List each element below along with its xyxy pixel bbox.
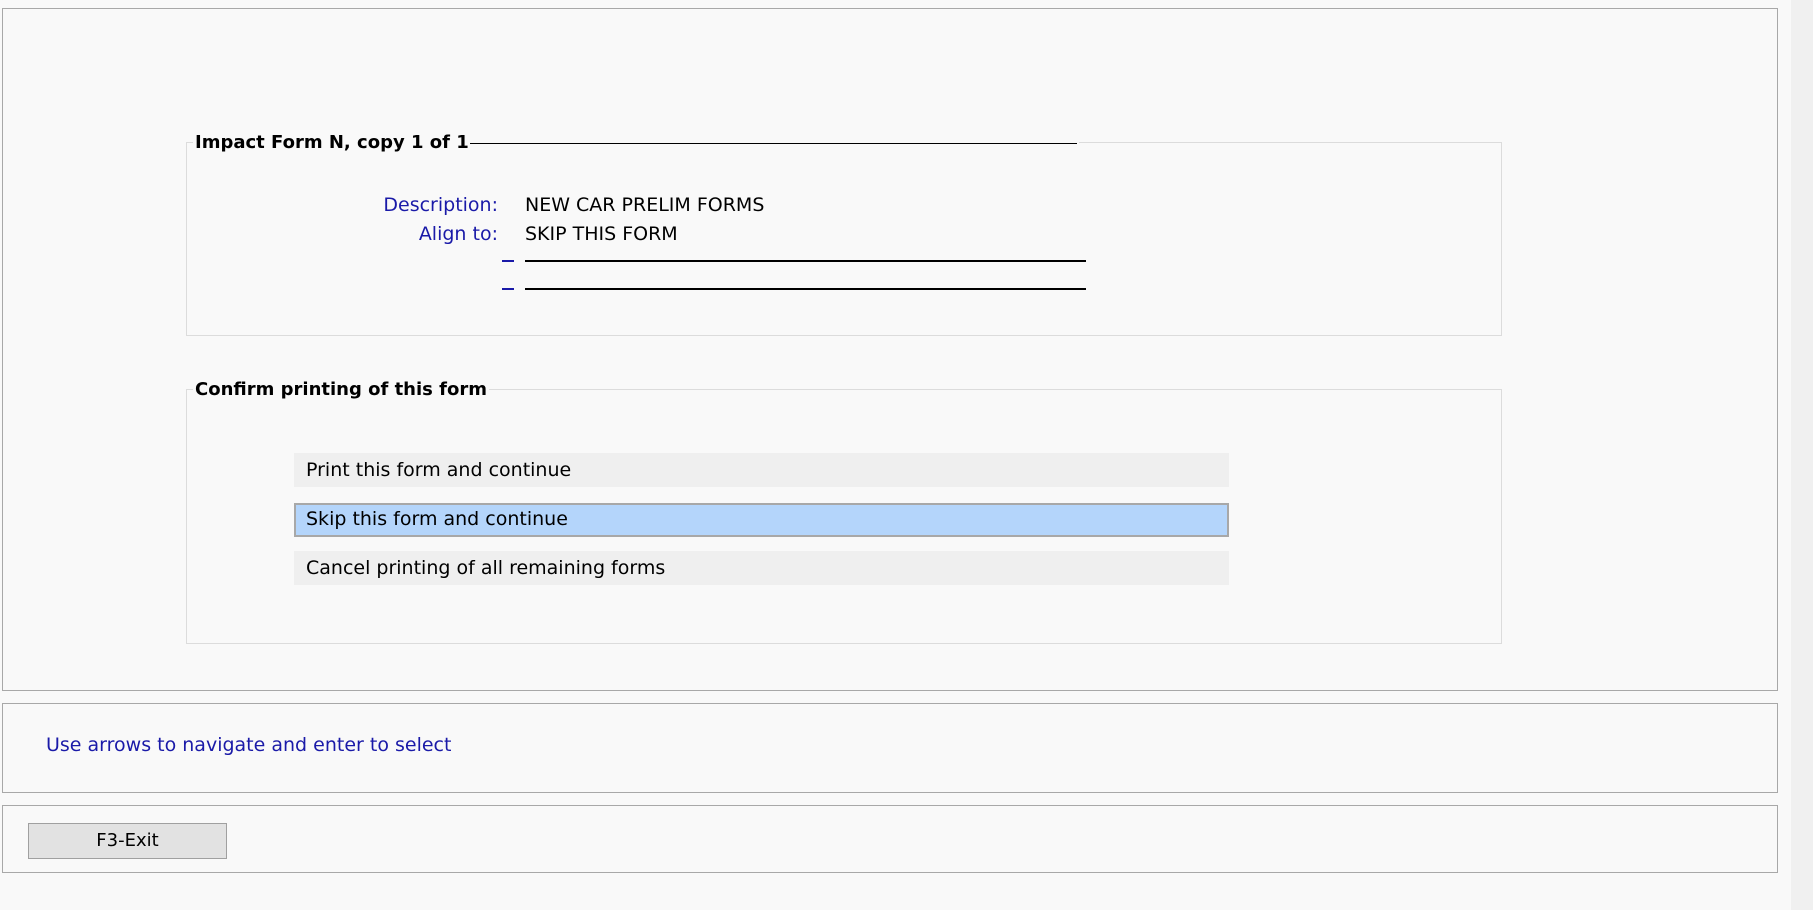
form-info-group: Impact Form N, copy 1 of 1 Description: … <box>186 133 1502 336</box>
blank-field-2[interactable] <box>525 288 1086 290</box>
confirm-group: Confirm printing of this form Print this… <box>186 380 1502 644</box>
align-to-value: SKIP THIS FORM <box>525 223 678 245</box>
skip-option-label: Skip this form and continue <box>306 508 568 530</box>
blank-field-1[interactable] <box>525 260 1086 262</box>
main-panel: Impact Form N, copy 1 of 1 Description: … <box>2 8 1778 691</box>
print-option-label: Print this form and continue <box>306 459 572 481</box>
confirm-title: Confirm printing of this form <box>195 379 487 400</box>
blank-field-marker <box>502 288 514 290</box>
scrollbar-track[interactable] <box>1791 0 1813 910</box>
confirm-legend: Confirm printing of this form <box>193 380 489 400</box>
status-message: Use arrows to navigate and enter to sele… <box>46 734 452 756</box>
legend-rule <box>469 142 1077 144</box>
function-key-panel: F3-Exit <box>2 805 1778 873</box>
status-panel: Use arrows to navigate and enter to sele… <box>2 703 1778 793</box>
page: Impact Form N, copy 1 of 1 Description: … <box>0 0 1813 910</box>
description-label: Description: <box>383 194 498 216</box>
form-info-legend: Impact Form N, copy 1 of 1 <box>193 133 1079 153</box>
form-info-title: Impact Form N, copy 1 of 1 <box>195 132 469 153</box>
cancel-all-option[interactable]: Cancel printing of all remaining forms <box>294 551 1229 585</box>
skip-option[interactable]: Skip this form and continue <box>294 503 1229 537</box>
exit-button[interactable]: F3-Exit <box>28 823 227 859</box>
description-value: NEW CAR PRELIM FORMS <box>525 194 765 216</box>
align-to-label: Align to: <box>418 223 498 245</box>
blank-field-marker <box>502 260 514 262</box>
print-option[interactable]: Print this form and continue <box>294 453 1229 487</box>
cancel-all-option-label: Cancel printing of all remaining forms <box>306 557 666 579</box>
